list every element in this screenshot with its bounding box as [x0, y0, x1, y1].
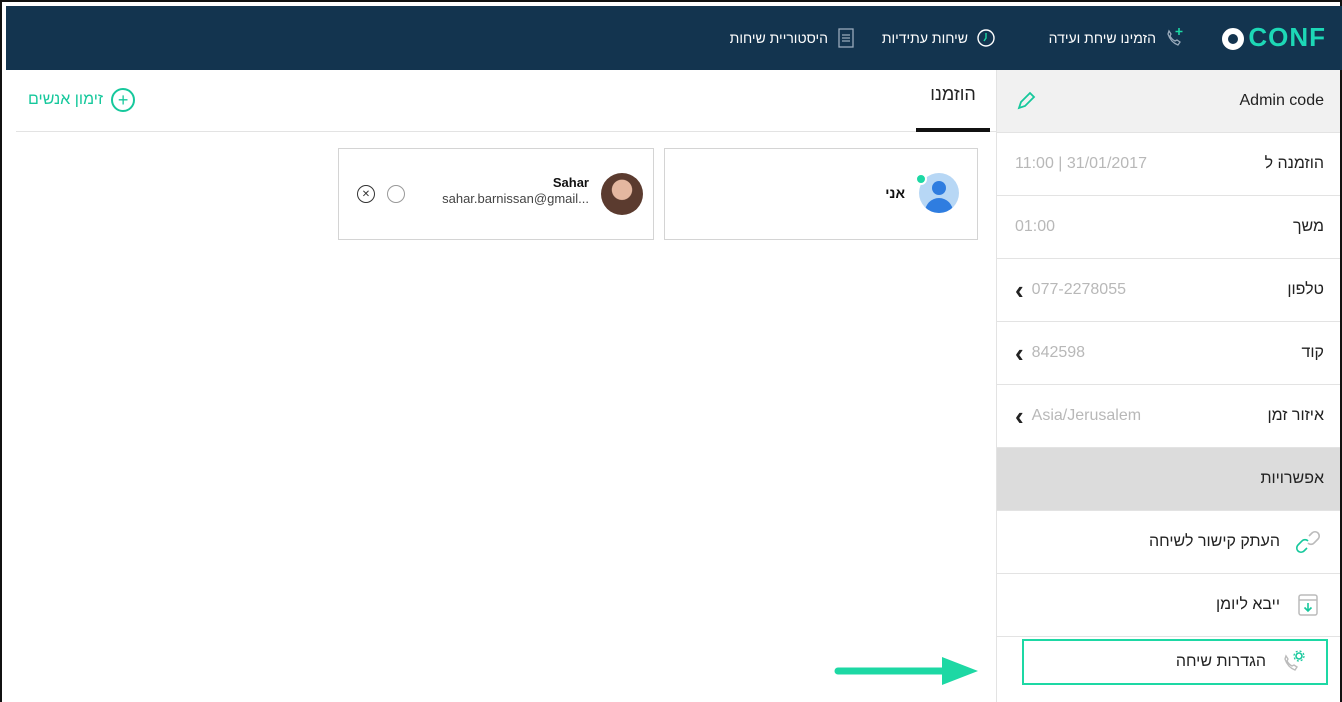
call-settings-label: הגדרות שיחה [1175, 653, 1266, 670]
tab-invited[interactable]: הוזמנו [916, 84, 990, 132]
logo[interactable]: CONF [1222, 22, 1326, 53]
tab-bar: הוזמנו + זימון אנשים [16, 70, 996, 132]
avatar [601, 173, 643, 215]
export-calendar-label: ייבא ליומן [1216, 596, 1280, 613]
invite-people-button[interactable]: + זימון אנשים [28, 88, 136, 112]
online-status-icon [915, 173, 927, 185]
options-header: אפשרויות [997, 448, 1340, 511]
participant-card-me: אני [664, 148, 978, 240]
phone-value-wrap: ‹ 077-2278055 [1015, 277, 1126, 303]
annotation-arrow-icon [834, 657, 978, 685]
logo-q-icon [1222, 27, 1245, 50]
pencil-icon[interactable] [1015, 90, 1037, 112]
copy-link-option[interactable]: העתק קישור לשיחה [997, 511, 1340, 574]
phone-settings-icon [1280, 648, 1308, 676]
participant-card-sahar: Sahar sahar.barnissan@gmail... ✕ [338, 148, 654, 240]
chevron-left-icon[interactable]: ‹ [1015, 277, 1024, 303]
logo-text: CONF [1248, 22, 1326, 52]
options-header-label: אפשרויות [1260, 470, 1324, 487]
duration-label: משך [1292, 218, 1324, 235]
nav-future-label: שיחות עתידיות [881, 30, 968, 46]
copy-link-label: העתק קישור לשיחה [1149, 533, 1280, 550]
call-details-sidebar: Admin code הוזמנה ל 11:00 | 31/01/2017 מ… [996, 70, 1340, 702]
participant-name: אני [885, 185, 905, 201]
export-calendar-option[interactable]: ייבא ליומן [997, 574, 1340, 637]
code-row[interactable]: קוד ‹ 842598 [997, 322, 1340, 385]
nav-invite-call[interactable]: הזמינו שיחת ועידה [1049, 26, 1186, 50]
link-icon [1294, 528, 1322, 556]
code-value: 842598 [1031, 344, 1086, 361]
chevron-left-icon[interactable]: ‹ [1015, 403, 1024, 429]
main-panel: הוזמנו + זימון אנשים אני Sahar sahar.bar… [8, 70, 996, 702]
code-value-wrap: ‹ 842598 [1015, 340, 1085, 366]
timezone-value-wrap: ‹ Asia/Jerusalem [1015, 403, 1141, 429]
phone-label: טלפון [1287, 281, 1324, 298]
nav-call-history[interactable]: היסטוריית שיחות [730, 26, 858, 50]
timezone-row[interactable]: איזור זמן ‹ Asia/Jerusalem [997, 385, 1340, 448]
timezone-label: איזור זמן [1267, 407, 1324, 424]
duration-row: משך 01:00 [997, 196, 1340, 259]
phone-plus-icon [1162, 26, 1186, 50]
invited-to-value: 11:00 | 31/01/2017 [1015, 155, 1147, 172]
calendar-download-icon [1294, 591, 1322, 619]
close-circle-icon[interactable]: ✕ [357, 185, 375, 203]
clock-icon [974, 26, 998, 50]
admin-code-row: Admin code [997, 70, 1340, 133]
document-icon [834, 26, 858, 50]
timezone-value: Asia/Jerusalem [1031, 407, 1142, 424]
top-bar: CONF הזמינו שיחת ועידה שיחות עתידיות היס… [6, 6, 1342, 70]
phone-row[interactable]: טלפון ‹ 077-2278055 [997, 259, 1340, 322]
nav-invite-label: הזמינו שיחת ועידה [1048, 30, 1156, 46]
chevron-left-icon[interactable]: ‹ [1015, 340, 1024, 366]
call-settings-option[interactable]: הגדרות שיחה [1022, 639, 1328, 685]
plus-circle-icon: + [111, 88, 136, 112]
admin-code-label: Admin code [1239, 92, 1325, 109]
invited-to-label: הוזמנה ל [1264, 155, 1324, 172]
invited-to-row: הוזמנה ל 11:00 | 31/01/2017 [997, 133, 1340, 196]
code-label: קוד [1301, 344, 1324, 361]
duration-value: 01:00 [1015, 218, 1056, 235]
phone-value: 077-2278055 [1031, 281, 1126, 298]
nav-future-calls[interactable]: שיחות עתידיות [882, 26, 998, 50]
participant-email: sahar.barnissan@gmail... [442, 191, 589, 206]
participant-select-radio[interactable] [387, 185, 405, 203]
invite-people-label: זימון אנשים [28, 91, 104, 108]
participant-name: Sahar [552, 175, 589, 190]
nav-history-label: היסטוריית שיחות [729, 30, 828, 46]
